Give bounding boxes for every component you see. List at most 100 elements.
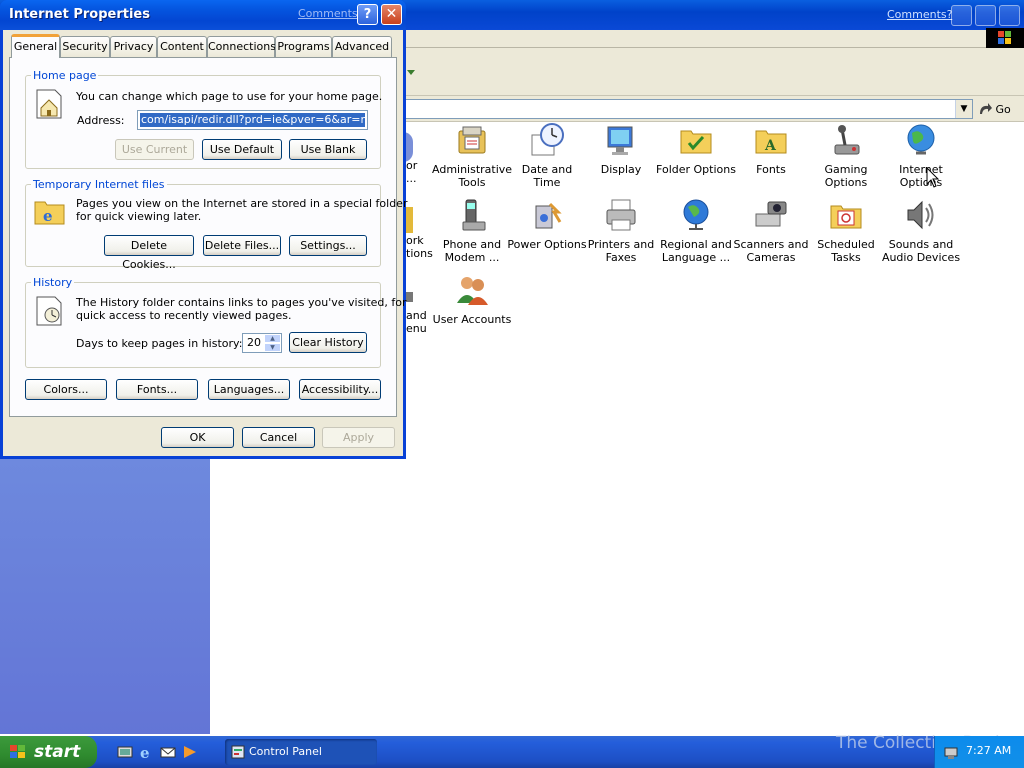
cp-item-label: Internet Options <box>899 163 943 189</box>
tab-content[interactable]: Content <box>157 36 207 57</box>
outlook-express-icon[interactable] <box>160 744 176 760</box>
delete-files-button[interactable]: Delete Files... <box>203 235 281 256</box>
cp-item-scheduled-tasks[interactable]: Scheduled Tasks <box>806 198 886 264</box>
cp-item-administrative-tools[interactable]: Administrative Tools <box>432 123 512 189</box>
use-default-button[interactable]: Use Default <box>202 139 282 160</box>
close-button[interactable] <box>999 5 1020 26</box>
taskbar-item-control-panel[interactable]: Control Panel <box>225 739 377 765</box>
minimize-button[interactable] <box>951 5 972 26</box>
cp-item-label: Regional and Language ... <box>660 238 732 264</box>
partial-label: ... <box>406 172 417 185</box>
use-blank-button[interactable]: Use Blank <box>289 139 367 160</box>
spin-up-button[interactable]: ▲ <box>264 334 281 343</box>
scheduled-tasks-icon <box>829 198 863 232</box>
delete-cookies-button[interactable]: Delete Cookies... <box>104 235 194 271</box>
globe-icon <box>679 198 713 232</box>
cp-item-printers-and-faxes[interactable]: Printers and Faxes <box>581 198 661 264</box>
tab-security[interactable]: Security <box>60 36 110 57</box>
cp-item-fonts[interactable]: A Fonts <box>731 123 811 176</box>
partial-label: and <box>406 309 427 322</box>
cp-item-date-and-time[interactable]: Date and Time <box>507 123 587 189</box>
cp-item-sounds-and-audio[interactable]: Sounds and Audio Devices <box>881 198 961 264</box>
address-input[interactable] <box>405 99 973 119</box>
help-button[interactable]: ? <box>357 4 378 25</box>
speaker-icon <box>904 198 938 232</box>
settings-button[interactable]: Settings... <box>289 235 367 256</box>
cp-item-scanners-and-cameras[interactable]: Scanners and Cameras <box>731 198 811 264</box>
display-icon <box>604 123 638 157</box>
history-group <box>25 282 381 368</box>
cp-item-internet-options[interactable]: Internet Options <box>881 123 961 189</box>
cp-item-regional-and-language[interactable]: Regional and Language ... <box>656 198 736 264</box>
cp-item-label: Scheduled Tasks <box>817 238 875 264</box>
home-page-icon <box>36 89 62 119</box>
apply-button[interactable]: Apply <box>322 427 395 448</box>
cp-comments-link[interactable]: Comments? <box>887 8 952 21</box>
cp-item-display[interactable]: Display <box>581 123 661 176</box>
go-label: Go <box>995 103 1011 116</box>
tab-connections[interactable]: Connections <box>207 36 276 57</box>
cp-item-label: Phone and Modem ... <box>442 238 502 264</box>
cp-item-folder-options[interactable]: Folder Options <box>656 123 736 176</box>
tab-programs[interactable]: Programs <box>275 36 332 57</box>
days-label: Days to keep pages in history: <box>76 337 243 350</box>
tab-general[interactable]: General <box>11 34 60 58</box>
use-current-button[interactable]: Use Current <box>115 139 194 160</box>
colors-button[interactable]: Colors... <box>25 379 107 400</box>
cp-item-label: User Accounts <box>432 313 512 326</box>
maximize-button[interactable] <box>975 5 996 26</box>
windows-logo-icon <box>986 28 1024 48</box>
network-icon[interactable] <box>943 744 959 760</box>
home-page-description: You can change which page to use for you… <box>76 90 383 103</box>
clock[interactable]: 7:27 AM <box>966 744 1011 757</box>
cp-item-phone-and-modem[interactable]: Phone and Modem ... <box>432 198 512 264</box>
close-button[interactable]: ✕ <box>381 4 402 25</box>
cancel-button[interactable]: Cancel <box>242 427 315 448</box>
tab-advanced[interactable]: Advanced <box>332 36 392 57</box>
clear-history-button[interactable]: Clear History <box>289 332 367 353</box>
cp-item-label: Printers and Faxes <box>587 238 655 264</box>
partial-label: tions <box>406 247 433 260</box>
fonts-button[interactable]: Fonts... <box>116 379 198 400</box>
accessibility-button[interactable]: Accessibility... <box>299 379 381 400</box>
partial-label: ork <box>406 234 424 247</box>
printer-icon <box>604 198 638 232</box>
home-page-address-input[interactable]: com/isapi/redir.dll?prd=ie&pver=6&ar=msn… <box>137 110 368 130</box>
scanner-icon <box>754 198 788 232</box>
internet-explorer-icon[interactable]: e <box>138 744 154 762</box>
languages-button[interactable]: Languages... <box>208 379 290 400</box>
cp-item-label: Sounds and Audio Devices <box>881 238 961 264</box>
cp-item-power-options[interactable]: Power Options <box>507 198 587 251</box>
admin-tools-icon <box>455 123 489 157</box>
cp-item-label: Gaming Options <box>824 163 868 189</box>
spin-down-button[interactable]: ▼ <box>264 343 281 352</box>
power-icon <box>530 198 564 232</box>
history-description-1: The History folder contains links to pag… <box>76 296 407 309</box>
show-desktop-icon[interactable] <box>117 744 133 760</box>
address-dropdown-button[interactable]: ▼ <box>955 100 972 118</box>
temp-files-folder-icon: e <box>34 201 65 225</box>
dialog-comments-link[interactable]: Comments? <box>298 7 363 20</box>
go-arrow-icon <box>980 103 992 114</box>
history-icon <box>36 296 62 326</box>
cp-item-label: Fonts <box>756 163 786 176</box>
media-player-icon[interactable] <box>182 744 198 760</box>
partial-label: or <box>406 159 418 172</box>
clock-icon <box>530 123 564 157</box>
cp-item-label: Power Options <box>507 238 587 251</box>
ok-button[interactable]: OK <box>161 427 234 448</box>
cp-item-gaming-options[interactable]: Gaming Options <box>806 123 886 189</box>
joystick-icon <box>829 123 863 157</box>
temp-files-description-2: for quick viewing later. <box>76 210 202 223</box>
fonts-folder-icon: A <box>754 123 788 157</box>
address-label: Address: <box>77 114 125 127</box>
svg-text:A: A <box>764 138 777 154</box>
tab-privacy[interactable]: Privacy <box>110 36 157 57</box>
svg-text:e: e <box>43 207 53 225</box>
partial-label: enu <box>406 322 427 335</box>
mouse-cursor-icon <box>926 167 940 188</box>
cp-item-user-accounts[interactable]: User Accounts <box>432 273 512 326</box>
go-button[interactable]: Go <box>978 101 1022 119</box>
cp-item-label: Administrative Tools <box>432 163 513 189</box>
address-value: com/isapi/redir.dll?prd=ie&pver=6&ar=msn… <box>140 113 365 127</box>
